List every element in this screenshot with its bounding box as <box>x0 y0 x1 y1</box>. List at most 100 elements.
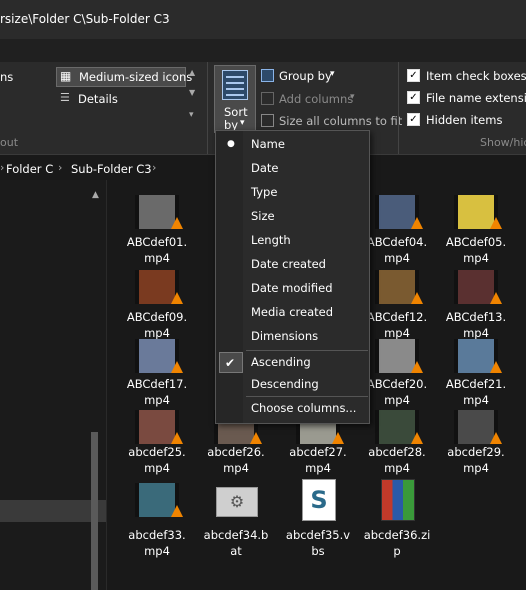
file-name-line1: ABCdef04. <box>366 235 428 249</box>
file-name-line2: mp4 <box>144 461 170 475</box>
breadcrumb-sub-folder-c3[interactable]: Sub-Folder C3 <box>71 162 152 176</box>
file-name-line2: mp4 <box>305 461 331 475</box>
checkbox-checked-icon: ✓ <box>407 91 420 104</box>
details-option[interactable]: ☰ Details <box>56 90 184 108</box>
checkmark-box: ✔ <box>219 352 243 373</box>
details-icon: ☰ <box>60 91 70 104</box>
vlc-cone-icon <box>490 217 502 229</box>
file-name-line1: ABCdef09. <box>126 310 188 324</box>
file-name-line1: ABCdef12. <box>366 310 428 324</box>
medium-icons-option[interactable]: ▦ Medium-sized icons <box>56 67 192 87</box>
file-name-line2: mp4 <box>144 544 170 558</box>
checkmark-icon: ✔ <box>225 356 236 370</box>
sort-dimensions-item[interactable]: Dimensions <box>217 325 368 348</box>
file-name-line2: mp4 <box>384 393 410 407</box>
file-name-line1: abcdef25. <box>128 445 186 459</box>
ribbon-tabs-strip <box>0 39 526 62</box>
sort-size-item[interactable]: Size <box>217 205 368 228</box>
hidden-items-label: Hidden items <box>426 113 503 127</box>
sort-date-item[interactable]: Date <box>217 157 368 180</box>
scroll-up-icon[interactable]: ▲ <box>92 190 99 200</box>
add-columns-chevron-icon: ▾ <box>350 92 355 102</box>
file-name-line1: ABCdef05. <box>445 235 507 249</box>
group-by-chevron-icon: ▾ <box>330 69 335 79</box>
choose-columns-item[interactable]: Choose columns... <box>217 397 368 420</box>
medium-icons-label: Medium-sized icons <box>79 70 193 84</box>
nav-scrollbar-thumb[interactable] <box>91 432 98 590</box>
window-title: rsize\Folder C\Sub-Folder C3 <box>0 12 170 26</box>
checkbox-checked-icon: ✓ <box>407 113 420 126</box>
size-columns-label: Size all columns to fit <box>279 114 403 128</box>
vlc-cone-icon <box>171 217 183 229</box>
vlc-cone-icon <box>490 432 502 444</box>
layout-scroll-up-icon[interactable]: ▲ <box>189 68 195 77</box>
sort-type-item[interactable]: Type <box>217 181 368 204</box>
file-name-line2: mp4 <box>384 251 410 265</box>
navigation-pane[interactable]: ▲ <box>0 180 107 590</box>
file-name-line2: p <box>393 544 401 558</box>
zip-archive-icon <box>381 479 415 521</box>
hidden-items-option[interactable]: ✓ Hidden items <box>406 112 526 128</box>
file-name-line1: ABCdef01. <box>126 235 188 249</box>
ribbon-divider <box>398 62 399 154</box>
file-name-line1: ABCdef13. <box>445 310 507 324</box>
vlc-cone-icon <box>171 432 183 444</box>
group-by-label: Group by <box>279 69 332 83</box>
sort-date-created-item[interactable]: Date created <box>217 253 368 276</box>
checkbox-checked-icon: ✓ <box>407 69 420 82</box>
sort-by-label-line1: Sort <box>224 105 248 119</box>
add-columns-icon <box>261 92 274 105</box>
sort-by-icon <box>222 70 248 100</box>
vlc-cone-icon <box>171 292 183 304</box>
breadcrumb-separator-icon: › <box>0 161 5 174</box>
vlc-cone-icon <box>490 361 502 373</box>
title-bar: rsize\Folder C\Sub-Folder C3 <box>0 0 526 39</box>
file-name-line1: abcdef35.v <box>285 528 351 542</box>
add-columns-button[interactable]: Add columns ▾ <box>260 90 400 108</box>
show-hide-section-label: Show/hic <box>480 136 526 149</box>
vlc-cone-icon <box>411 292 423 304</box>
sort-ascending-item[interactable]: ✔ Ascending <box>217 351 368 374</box>
item-check-boxes-label: Item check boxes <box>426 69 526 83</box>
vlc-cone-icon <box>332 432 344 444</box>
breadcrumb-folder-c[interactable]: Folder C <box>6 162 53 176</box>
file-name-line1: abcdef26. <box>207 445 265 459</box>
sort-by-chevron-down-icon: ▾ <box>240 118 245 128</box>
file-name-line2: at <box>230 544 242 558</box>
sort-date-modified-item[interactable]: Date modified <box>217 277 368 300</box>
sort-media-created-item[interactable]: Media created <box>217 301 368 324</box>
layout-scroll-down-icon[interactable]: ▼ <box>189 88 195 97</box>
file-name-line1: abcdef27. <box>289 445 347 459</box>
ribbon-divider <box>207 62 208 154</box>
breadcrumb-separator-icon: › <box>58 161 63 174</box>
bat-file-icon: ⚙ <box>216 487 258 517</box>
sort-name-item[interactable]: ● Name <box>217 133 368 156</box>
size-columns-button[interactable]: Size all columns to fit <box>260 112 403 130</box>
selected-bullet-icon: ● <box>227 139 235 149</box>
file-extensions-option[interactable]: ✓ File name extension <box>406 90 526 106</box>
vlc-cone-icon <box>411 432 423 444</box>
vbs-script-icon: S <box>302 479 336 521</box>
layout-partial-label[interactable]: ns <box>0 70 13 84</box>
details-label: Details <box>78 92 118 106</box>
file-name-line1: ABCdef20. <box>366 377 428 391</box>
sort-length-item[interactable]: Length <box>217 229 368 252</box>
file-name-line2: mp4 <box>144 251 170 265</box>
group-by-icon <box>261 69 274 82</box>
vlc-cone-icon <box>411 217 423 229</box>
sort-by-button[interactable]: Sort by ▾ <box>214 65 256 133</box>
item-check-boxes-option[interactable]: ✓ Item check boxes <box>406 68 526 84</box>
file-name-line1: abcdef36.zi <box>363 528 431 542</box>
vlc-cone-icon <box>250 432 262 444</box>
file-name-line1: abcdef29. <box>447 445 505 459</box>
layout-expand-icon[interactable]: ▾ <box>189 110 194 120</box>
file-name-line1: ABCdef21. <box>445 377 507 391</box>
breadcrumb-separator-icon: › <box>152 161 157 174</box>
file-name-line1: abcdef34.b <box>203 528 269 542</box>
file-name-line1: abcdef33. <box>128 528 186 542</box>
group-by-button[interactable]: Group by ▾ <box>260 67 400 85</box>
vlc-cone-icon <box>490 292 502 304</box>
sort-descending-item[interactable]: Descending <box>217 373 368 396</box>
file-name-line1: ABCdef17. <box>126 377 188 391</box>
file-name-line2: mp4 <box>463 461 489 475</box>
